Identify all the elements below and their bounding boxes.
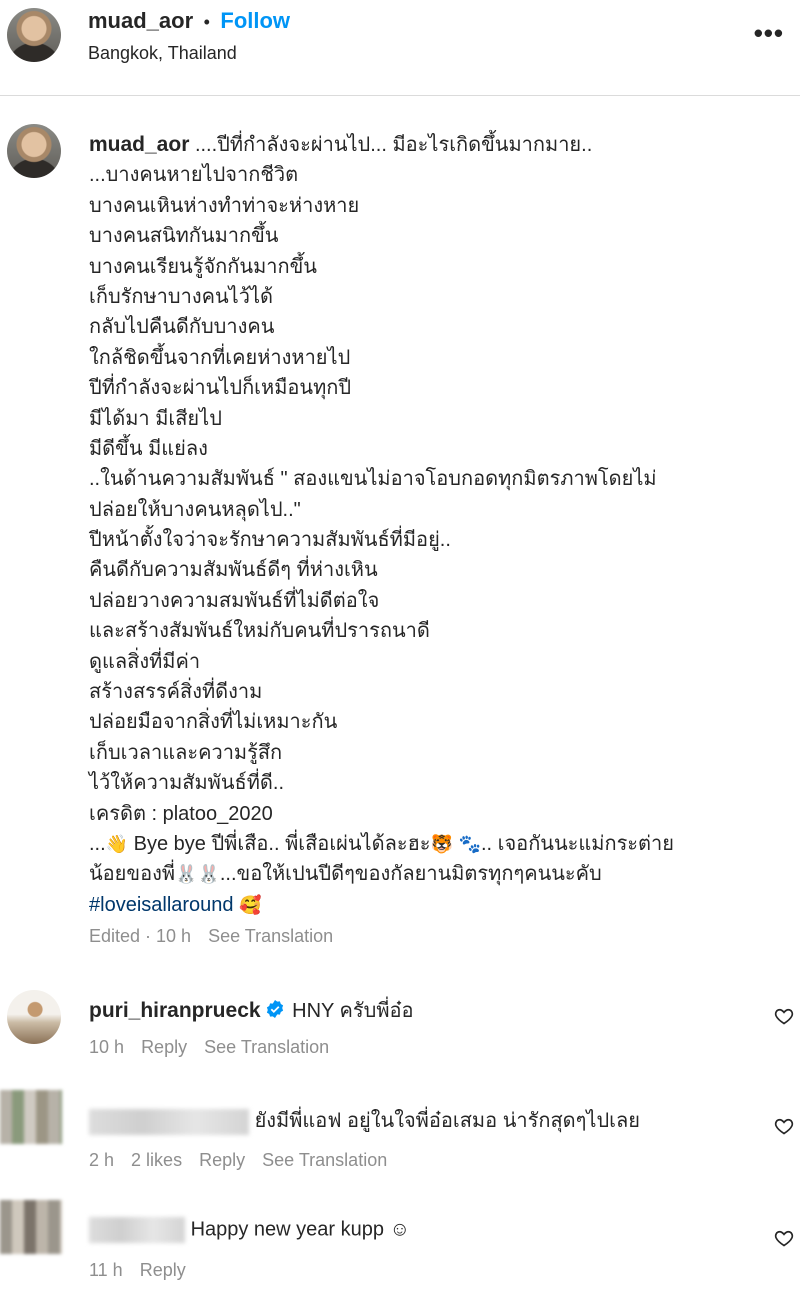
caption-line: เครดิต : platoo_2020 [89,802,273,825]
author-avatar[interactable] [7,8,61,62]
caption-line: คืนดีกับความสัมพันธ์ดีๆ ที่ห่างเหิน [89,559,378,582]
commenter-username[interactable]: puri_hiranprueck [89,999,261,1022]
caption-line: ปล่อยมือจากสิ่งที่ไม่เหมาะกัน [89,711,338,734]
paw-prints-icon: 🐾 [458,833,481,855]
post-caption: muad_aor ....ปีที่กำลังจะผ่านไป... มีอะไ… [89,130,789,920]
caption-text-part: Bye bye ปีพี่เสือ.. พี่เสือเผ่นได้ละฮะ [128,832,431,855]
see-translation-link[interactable]: See Translation [262,1150,387,1170]
comment-body: ยังมีพี่แอฟ อยู่ในใจพี่อ๋อเสมอ น่ารักสุด… [89,1104,640,1136]
caption-line: ไว้ให้ความสัมพันธ์ที่ดี.. [89,772,284,795]
commenter-username[interactable] [89,1217,185,1243]
caption-line: ปล่อยวางความสมพันธ์ที่ไม่ดีต่อใจ [89,589,380,612]
comment-meta: 11 h Reply [89,1260,186,1281]
separator-dot: • [203,12,210,32]
caption-line: เก็บรักษาบางคนไว้ได้ [89,285,273,308]
comment-meta: 2 h 2 likes Reply See Translation [89,1150,387,1171]
caption-line: กลับไปคืนดีกับบางคน [89,316,275,339]
caption-bye-line: ...👋 Bye bye ปีพี่เสือ.. พี่เสือเผ่นได้ล… [89,829,789,859]
caption-line: บางคนสนิทกันมากขึ้น [89,225,279,248]
edited-timestamp: Edited · 10 h [89,926,192,946]
commenter-avatar[interactable] [7,990,61,1044]
hashtag-link[interactable]: #loveisallaround [89,894,234,916]
verified-badge-icon [266,1000,283,1018]
caption-line: ใกล้ชิดขึ้นจากที่เคยห่างหายไป [89,346,351,369]
commenter-username[interactable] [89,1108,249,1135]
like-heart-icon[interactable] [774,1116,794,1136]
comment-body: Happy new year kupp ☺ [89,1217,410,1243]
waving-hand-icon: 👋 [105,833,129,855]
post-header: muad_aor • Follow Bangkok, Thailand ••• [0,0,800,96]
smiling-hearts-face-icon: 🥰 [239,894,262,916]
commenter-avatar[interactable] [0,1200,62,1254]
reply-button[interactable]: Reply [140,1260,186,1280]
comment-body: puri_hiranprueck HNY ครับพี่อ๋อ [89,994,414,1026]
follow-button[interactable]: Follow [220,8,290,33]
caption-line: ..ในด้านความสัมพันธ์ " สองแขนไม่อาจโอบกอ… [89,468,657,491]
reply-button[interactable]: Reply [141,1037,187,1057]
caption-last-line: น้อยของพี่🐰🐰...ขอให้เปนปีดีๆของกัลยานมิต… [89,859,789,889]
caption-line: บางคนเหินห่างทำท่าจะห่างหาย [89,194,360,217]
post-location[interactable]: Bangkok, Thailand [88,43,237,64]
caption-text-line: ....ปีที่กำลังจะผ่านไป... มีอะไรเกิดขึ้น… [194,134,593,156]
caption-line: เก็บเวลาและความรู้สึก [89,741,283,764]
tiger-face-icon: 🐯 [430,833,453,855]
like-heart-icon[interactable] [774,1006,794,1026]
caption-text-part: ... [89,832,106,855]
reply-button[interactable]: Reply [199,1150,245,1170]
comment-text: Happy new year kupp ☺ [190,1218,410,1241]
caption-line: และสร้างสัมพันธ์ใหม่กับคนที่ปรารถนาดี [89,620,430,643]
caption-text-part: น้อยของพี่ [89,863,176,886]
author-username[interactable]: muad_aor [88,8,193,33]
commenter-avatar[interactable] [0,1090,62,1144]
comment-time: 11 h [89,1260,123,1280]
caption-text-part: ...ขอให้เปนปีดีๆของกัลยานมิตรทุกๆคนนะคับ [219,863,602,886]
like-heart-icon[interactable] [774,1228,794,1248]
caption-line: มีได้มา มีเสียไป [89,407,222,430]
comment-time: 2 h [89,1150,115,1170]
caption-line: มีดีขึ้น มีแย่ลง [89,437,208,460]
caption-meta: Edited · 10 h See Translation [89,926,333,947]
comment-text: ยังมีพี่แอฟ อยู่ในใจพี่อ๋อเสมอ น่ารักสุด… [254,1110,640,1132]
comment-text: HNY ครับพี่อ๋อ [292,1000,414,1022]
caption-author-avatar[interactable] [7,124,61,178]
caption-author-username[interactable]: muad_aor [89,133,189,156]
caption-hashtag-line: #loveisallaround 🥰 [89,890,789,920]
see-translation-link[interactable]: See Translation [208,926,333,946]
caption-text-part: .. เจอกันนะแม่กระต่าย [480,832,674,855]
comment-likes[interactable]: 2 likes [131,1150,182,1170]
more-options-icon[interactable]: ••• [754,18,784,49]
rabbit-face-icon: 🐰🐰 [175,864,220,886]
caption-line: สร้างสรรค์สิ่งที่ดีงาม [89,681,263,704]
comment-meta: 10 h Reply See Translation [89,1037,329,1058]
see-translation-link[interactable]: See Translation [204,1037,329,1057]
caption-line: ปีหน้าตั้งใจว่าจะรักษาความสัมพันธ์ที่มีอ… [89,529,451,552]
caption-line: ปีที่กำลังจะผ่านไปก็เหมือนทุกปี [89,377,352,400]
caption-line: ปล่อยให้บางคนหลุดไป.." [89,498,301,521]
comment-time: 10 h [89,1037,125,1057]
caption-line: บางคนเรียนรู้จักกันมากขึ้น [89,255,317,278]
caption-line: ดูแลสิ่งที่มีค่า [89,650,201,673]
author-line: muad_aor • Follow [88,8,290,34]
caption-first-line: muad_aor ....ปีที่กำลังจะผ่านไป... มีอะไ… [89,130,789,160]
caption-line: ...บางคนหายไปจากชีวิต [89,164,299,187]
